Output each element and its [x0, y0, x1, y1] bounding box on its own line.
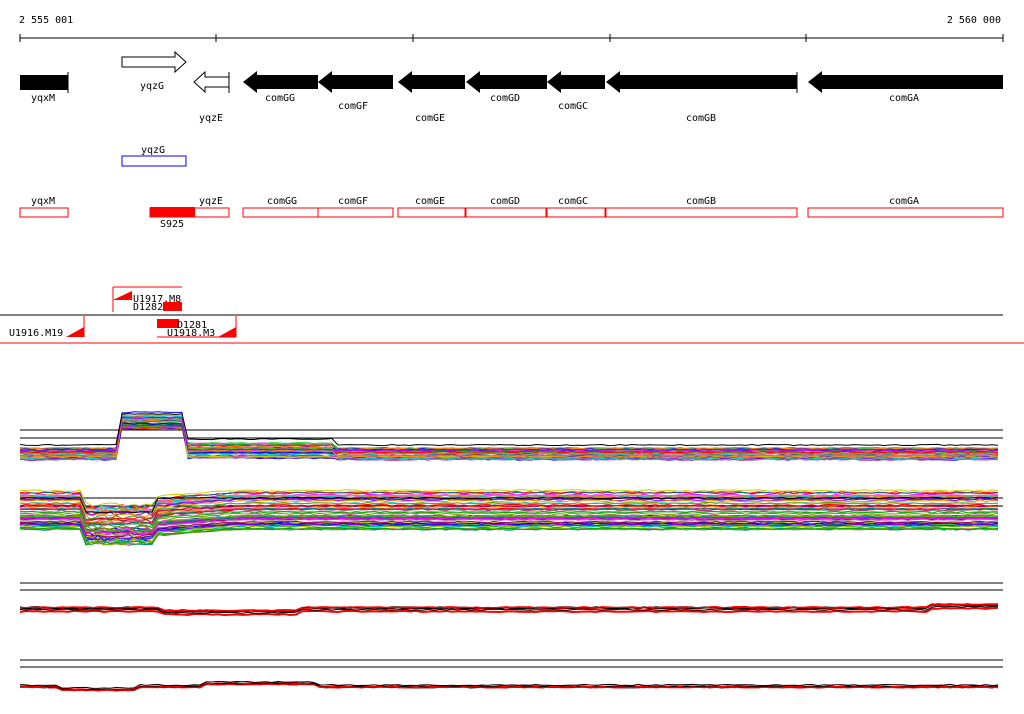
gene-yqxM-label: yqxM	[31, 93, 55, 104]
ruler-end-coordinate: 2 560 000	[947, 15, 1001, 26]
gene-comGA-label: comGA	[889, 93, 919, 104]
feature-track: yqxM yqzE comGG comGF comGE comGD comGC …	[19, 196, 1004, 230]
feature-label-comGD: comGD	[490, 196, 520, 207]
feature-label-comGF: comGF	[338, 196, 368, 207]
probe-D1282-label: D1282	[133, 302, 163, 313]
gene-yqxM[interactable]: yqxM	[20, 72, 69, 104]
gene-comGG-label: comGG	[265, 93, 295, 104]
panel-1-profile-line	[19, 426, 999, 451]
gene-comGC-label: comGC	[558, 101, 588, 112]
feature-box-comGD[interactable]	[465, 207, 547, 218]
feature-label-comGE: comGE	[415, 196, 445, 207]
gene-comGB[interactable]: comGB	[606, 71, 798, 124]
panel-1-profile-lines	[19, 411, 999, 461]
expression-panel-2	[19, 489, 1003, 546]
alt-feature-yqzG-box[interactable]	[121, 155, 187, 167]
probe-U1916-M19[interactable]: U1916.M19	[9, 316, 85, 339]
gene-comGB-arrow[interactable]	[606, 71, 797, 93]
panel-3-profile-lines	[19, 603, 999, 617]
gene-comGF-arrow[interactable]	[318, 71, 393, 93]
gene-yqzE-label: yqzE	[199, 113, 223, 124]
probe-D1281-block[interactable]	[157, 319, 179, 328]
gene-comGD-label: comGD	[490, 93, 520, 104]
gene-yqzG-arrow[interactable]	[121, 50, 187, 74]
gene-comGE[interactable]: comGE	[398, 71, 465, 124]
gene-comGG[interactable]: comGG	[243, 71, 318, 104]
panel-4-profile-lines	[19, 680, 999, 692]
gene-yqzG-label: yqzG	[140, 81, 164, 92]
probe-U1916-M19-label: U1916.M19	[9, 328, 63, 339]
site-label-S925: S925	[160, 219, 184, 230]
feature-label-yqxM: yqxM	[31, 196, 55, 207]
ruler-start-coordinate: 2 555 001	[19, 15, 73, 26]
panel-2-profile-lines	[19, 489, 999, 546]
gene-yqzG[interactable]: yqzG	[121, 50, 187, 92]
gene-comGB-label: comGB	[686, 113, 716, 124]
gene-comGF-label: comGF	[338, 101, 368, 112]
probe-U1916-M19-triangle	[66, 327, 84, 337]
gene-comGC[interactable]: comGC	[547, 71, 605, 112]
gene-yqzE[interactable]: yqzE	[193, 70, 230, 124]
gene-comGG-arrow[interactable]	[243, 71, 318, 93]
probe-D1282[interactable]: D1282	[133, 302, 182, 313]
gene-comGA-arrow[interactable]	[808, 71, 1003, 93]
feature-box-comGE[interactable]	[397, 207, 466, 218]
coordinate-ruler: 2 555 001 2 560 000	[19, 15, 1004, 42]
gene-yqzE-arrow[interactable]	[193, 70, 230, 94]
expression-panel-3	[19, 582, 1003, 617]
feature-label-yqzE: yqzE	[199, 196, 223, 207]
gene-comGF[interactable]: comGF	[318, 71, 393, 112]
gene-comGD-arrow[interactable]	[466, 71, 547, 93]
feature-label-comGG: comGG	[267, 196, 297, 207]
gene-track: yqxM yqzG yqzE comGG comGF comGE comGD c…	[20, 50, 1003, 124]
feature-box-comGG[interactable]	[242, 207, 319, 218]
expression-panel-4	[19, 659, 1003, 692]
feature-label-comGC: comGC	[558, 196, 588, 207]
genome-browser-view: 2 555 001 2 560 000 yqxM yqzG yqzE comGG	[0, 15, 1024, 692]
gene-comGE-arrow[interactable]	[398, 71, 465, 93]
panel-1-profile-line	[19, 427, 999, 450]
gene-yqxM-bar[interactable]	[20, 75, 68, 90]
gene-comGA[interactable]: comGA	[808, 71, 1003, 104]
feature-box-comGA[interactable]	[807, 207, 1004, 218]
probe-D1282-block[interactable]	[163, 302, 182, 311]
feature-box-comGF[interactable]	[317, 207, 394, 218]
gene-comGE-label: comGE	[415, 113, 445, 124]
feature-box-comGB[interactable]	[605, 207, 798, 218]
probe-track: U1917.M8 D1282 D1281 U1916.M19 U1918.M3	[0, 286, 1024, 344]
feature-box-yqxM[interactable]	[19, 207, 69, 218]
gene-comGC-arrow[interactable]	[547, 71, 605, 93]
feature-box-comGC[interactable]	[546, 207, 606, 218]
expression-panel-1	[19, 411, 1003, 461]
probe-U1917-M8-triangle	[113, 291, 132, 300]
alt-annotation-track: yqzG	[121, 145, 187, 167]
site-marker-S925[interactable]	[150, 207, 195, 217]
alt-feature-yqzG-label: yqzG	[141, 145, 165, 156]
probe-U1918-M3-label: U1918.M3	[167, 328, 215, 339]
feature-label-comGB: comGB	[686, 196, 716, 207]
probe-U1918-M3-triangle	[218, 327, 236, 337]
gene-comGD[interactable]: comGD	[466, 71, 547, 104]
feature-label-comGA: comGA	[889, 196, 919, 207]
